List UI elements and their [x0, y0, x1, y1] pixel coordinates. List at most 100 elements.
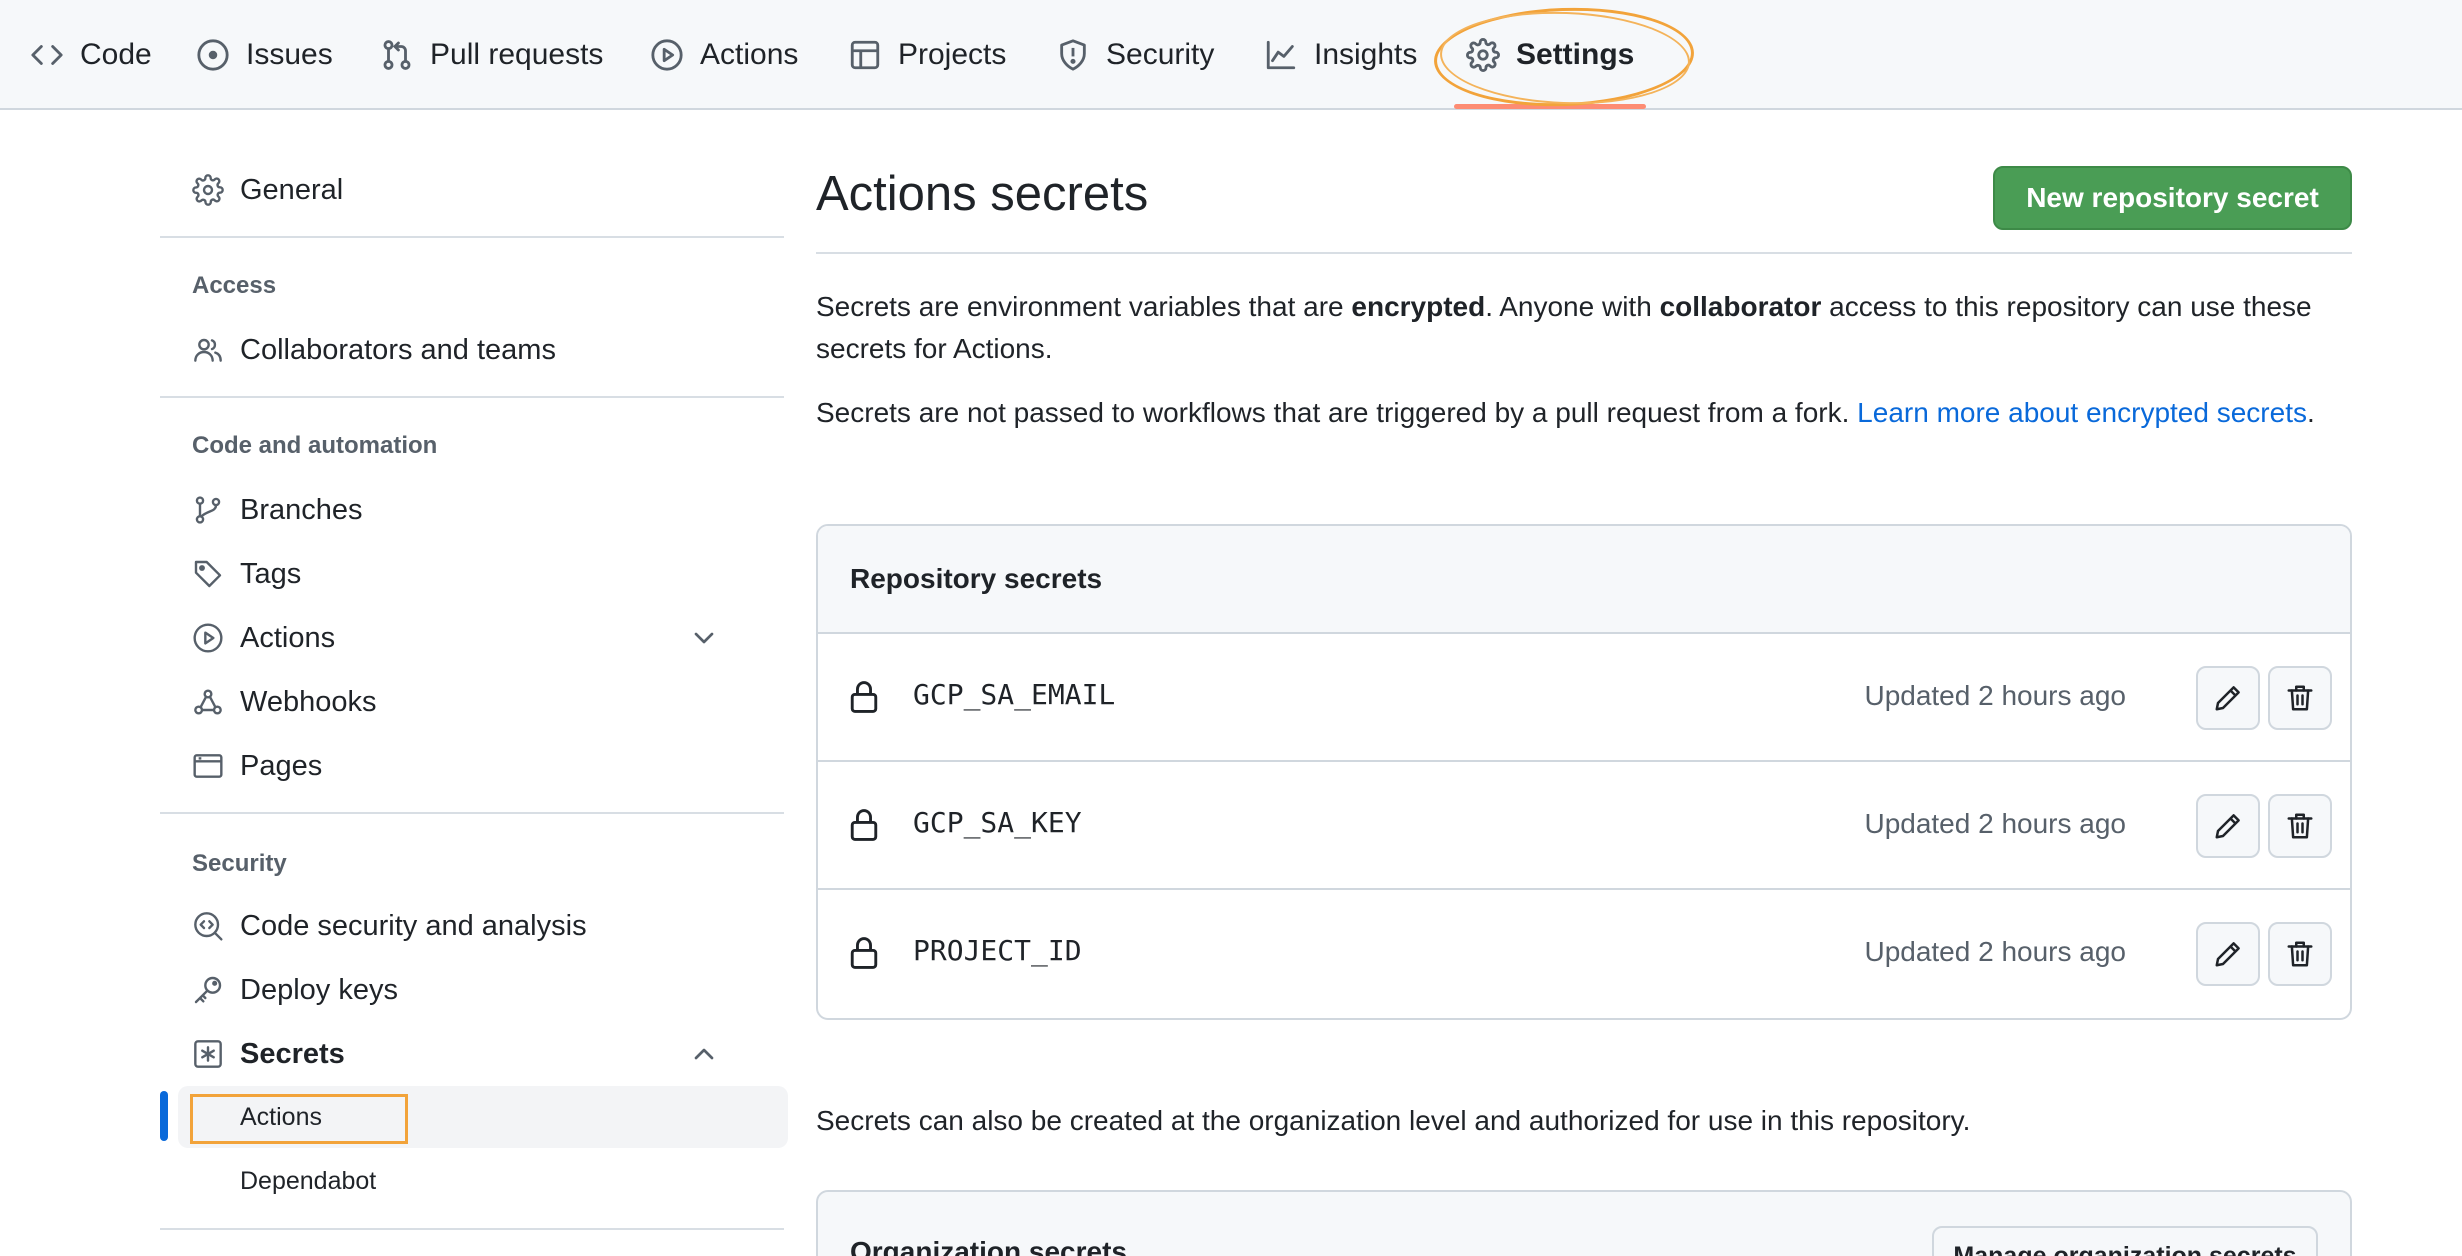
- gear-icon: [192, 174, 224, 206]
- sidebar-item-label: Deploy keys: [240, 973, 398, 1006]
- trash-icon: [2287, 813, 2313, 839]
- tab-issues[interactable]: Issues: [196, 0, 333, 110]
- sidebar-item-pages[interactable]: Pages: [160, 738, 760, 794]
- tab-actions[interactable]: Actions: [650, 0, 798, 110]
- shield-icon: [1060, 39, 1086, 71]
- edit-secret-button[interactable]: [2196, 922, 2260, 986]
- repo-nav: Code Issues Pull requests Actions Projec…: [0, 0, 2462, 111]
- sidebar-item-label: Actions: [240, 621, 336, 654]
- sidebar-item-label: Collaborators and teams: [240, 333, 556, 366]
- active-tab-underline: [1454, 104, 1646, 109]
- sidebar-item-label: Pages: [240, 749, 323, 782]
- gear-icon: [1466, 38, 1500, 72]
- intro-emphasis: collaborator: [1659, 291, 1822, 322]
- delete-secret-button[interactable]: [2268, 794, 2332, 858]
- tab-projects-label: Projects: [898, 38, 1007, 71]
- sidebar-item-code-security[interactable]: Code security and analysis: [160, 898, 760, 954]
- codescan-icon: [194, 912, 223, 941]
- tab-security[interactable]: Security: [1056, 0, 1214, 110]
- org-secrets-note: Secrets can also be created at the organ…: [816, 1105, 1971, 1136]
- tag-icon: [194, 560, 222, 588]
- tab-code-label: Code: [80, 38, 152, 71]
- secret-row: GCP_SA_EMAIL Updated 2 hours ago: [818, 634, 2350, 762]
- sidebar-item-webhooks[interactable]: Webhooks: [160, 674, 760, 730]
- trash-icon: [2287, 941, 2313, 967]
- sidebar-item-label: Webhooks: [240, 685, 377, 718]
- pencil-icon: [2215, 814, 2240, 839]
- sidebar-item-label: General: [240, 173, 344, 206]
- intro-text: . Anyone with: [1485, 291, 1660, 322]
- sidebar-subitem-secrets-actions[interactable]: Actions: [178, 1086, 788, 1148]
- secret-name: GCP_SA_EMAIL: [913, 678, 1116, 711]
- tab-actions-label: Actions: [700, 38, 799, 71]
- chevron-up-icon[interactable]: [688, 1038, 720, 1070]
- secret-updated: Updated 2 hours ago: [1864, 680, 2126, 711]
- table-icon: [850, 40, 880, 70]
- lock-icon: [850, 681, 878, 713]
- tab-insights-label: Insights: [1314, 38, 1418, 71]
- asterisk-icon: [194, 1040, 222, 1068]
- sidebar-subitem-label: Actions: [240, 1102, 322, 1131]
- secret-updated: Updated 2 hours ago: [1864, 808, 2126, 839]
- sidebar-item-branches[interactable]: Branches: [160, 482, 760, 538]
- sidebar-item-general[interactable]: General: [160, 162, 760, 218]
- code-icon: [31, 45, 63, 65]
- graph-icon: [1266, 40, 1296, 70]
- people-icon: [194, 338, 222, 362]
- lock-icon: [850, 937, 878, 969]
- chevron-down-icon[interactable]: [688, 622, 720, 654]
- learn-more-link[interactable]: Learn more about encrypted secrets: [1857, 397, 2307, 428]
- tab-settings-label: Settings: [1516, 38, 1635, 71]
- pencil-icon: [2215, 686, 2240, 711]
- intro-emphasis: encrypted: [1351, 291, 1486, 322]
- intro-paragraph-2: Secrets are not passed to workflows that…: [816, 392, 2352, 434]
- trash-icon: [2287, 685, 2313, 711]
- sidebar-divider: [160, 812, 784, 814]
- sidebar-item-label: Secrets: [240, 1037, 345, 1070]
- play-icon: [193, 623, 223, 653]
- sidebar-item-deploy-keys[interactable]: Deploy keys: [160, 962, 760, 1018]
- sidebar-item-collaborators[interactable]: Collaborators and teams: [160, 322, 760, 378]
- secret-row: PROJECT_ID Updated 2 hours ago: [818, 890, 2350, 1018]
- title-divider: [816, 252, 2352, 254]
- active-item-indicator: [160, 1091, 168, 1141]
- sidebar-item-secrets[interactable]: Secrets: [160, 1026, 760, 1082]
- sidebar-subitem-label: Dependabot: [240, 1166, 377, 1195]
- edit-secret-button[interactable]: [2196, 666, 2260, 730]
- tab-insights[interactable]: Insights: [1264, 0, 1417, 110]
- lock-icon: [850, 809, 878, 841]
- sidebar-heading-security: Security: [192, 850, 287, 877]
- secret-name: PROJECT_ID: [913, 934, 1082, 967]
- new-repository-secret-button[interactable]: New repository secret: [1993, 166, 2352, 230]
- sidebar-item-actions[interactable]: Actions: [160, 610, 760, 666]
- git-branch-icon: [195, 496, 221, 524]
- sidebar-item-label: Branches: [240, 493, 363, 526]
- pull-request-icon: [383, 40, 411, 70]
- repository-secrets-box: Repository secrets GCP_SA_EMAIL Updated …: [816, 524, 2352, 1020]
- pencil-icon: [2215, 942, 2240, 967]
- page-title: Actions secrets: [816, 167, 1149, 221]
- tab-code[interactable]: Code: [30, 0, 152, 110]
- sidebar-divider: [160, 1228, 784, 1230]
- delete-secret-button[interactable]: [2268, 922, 2332, 986]
- edit-secret-button[interactable]: [2196, 794, 2260, 858]
- sidebar-item-label: Code security and analysis: [240, 909, 587, 942]
- sidebar-heading-access: Access: [192, 272, 277, 299]
- intro-text: .: [2306, 397, 2315, 428]
- secret-name: GCP_SA_KEY: [913, 806, 1082, 839]
- sidebar-subitem-secrets-dependabot[interactable]: Dependabot: [178, 1150, 788, 1212]
- secret-updated: Updated 2 hours ago: [1864, 936, 2126, 967]
- key-icon: [194, 976, 222, 1004]
- sidebar-item-tags[interactable]: Tags: [160, 546, 760, 602]
- tab-pull-requests[interactable]: Pull requests: [380, 0, 603, 110]
- sidebar-divider: [160, 236, 784, 238]
- manage-organization-secrets-button[interactable]: Manage organization secrets: [1932, 1226, 2318, 1256]
- play-icon: [651, 39, 683, 71]
- intro-text: Secrets are not passed to workflows that…: [816, 397, 1858, 428]
- delete-secret-button[interactable]: [2268, 666, 2332, 730]
- tab-projects[interactable]: Projects: [848, 0, 1006, 110]
- tab-settings[interactable]: Settings: [1466, 0, 1634, 110]
- sidebar-item-label: Tags: [240, 557, 302, 590]
- webhook-icon: [194, 689, 222, 715]
- organization-secrets-header: Organization secrets: [850, 1236, 1127, 1256]
